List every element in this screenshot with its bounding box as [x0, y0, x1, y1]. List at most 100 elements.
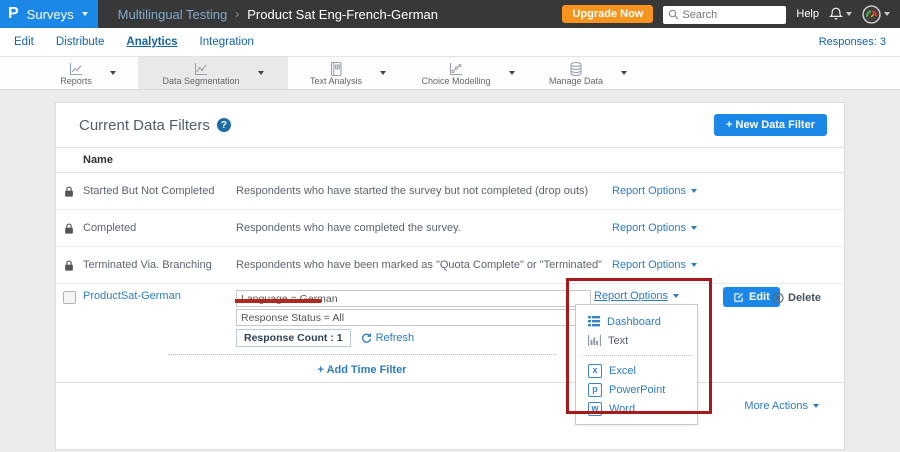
- filter-description: Respondents who have been marked as "Quo…: [236, 259, 612, 271]
- column-header-name: Name: [56, 154, 113, 166]
- upgrade-now-button[interactable]: Upgrade Now: [562, 5, 653, 23]
- chevron-down-icon: [691, 226, 697, 230]
- data-filters-card: Current Data Filters ? + New Data Filter…: [55, 102, 845, 450]
- chevron-down-icon[interactable]: [258, 71, 264, 75]
- dropdown-item-excel[interactable]: x Excel: [576, 361, 697, 380]
- toolbar-item-label: Data Segmentation: [162, 76, 239, 86]
- dropdown-item-label: Word: [609, 403, 635, 415]
- new-data-filter-button[interactable]: + New Data Filter: [714, 114, 827, 136]
- top-navbar: P Surveys Multilingual Testing › Product…: [0, 0, 900, 28]
- response-count-badge: Response Count : 1: [236, 329, 351, 347]
- delete-button[interactable]: Delete: [772, 292, 821, 304]
- dropdown-item-powerpoint[interactable]: p PowerPoint: [576, 380, 697, 399]
- report-options-link[interactable]: Report Options: [612, 222, 697, 234]
- text-analysis-book-icon: [328, 61, 344, 77]
- chevron-down-icon: [691, 263, 697, 267]
- dropdown-item-dashboard[interactable]: Dashboard: [576, 312, 697, 331]
- surveys-menu-label: Surveys: [27, 7, 74, 22]
- dropdown-divider: [582, 355, 691, 356]
- table-row: Completed Respondents who have completed…: [56, 210, 844, 247]
- table-row: Started But Not Completed Respondents wh…: [56, 173, 844, 210]
- menu-item-analytics[interactable]: Analytics: [115, 29, 188, 55]
- page-title: Current Data Filters ?: [79, 117, 231, 134]
- dropdown-item-word[interactable]: w Word: [576, 399, 697, 418]
- toolbar-item-label: Choice Modelling: [421, 76, 490, 86]
- more-actions-link[interactable]: More Actions: [744, 400, 819, 412]
- filter-name-link[interactable]: ProductSat-German: [83, 290, 236, 302]
- search-icon: [668, 9, 679, 20]
- add-time-filter-link[interactable]: + Add Time Filter: [318, 364, 407, 376]
- dropdown-item-label: Text: [608, 335, 628, 347]
- delete-label: Delete: [788, 292, 821, 304]
- lock-icon: [63, 222, 75, 235]
- bar-chart-icon: [588, 335, 601, 346]
- lock-icon: [63, 259, 75, 272]
- dropdown-item-text[interactable]: Text: [576, 331, 697, 350]
- menu-item-edit[interactable]: Edit: [3, 29, 45, 55]
- dashboard-grid-icon: [588, 316, 600, 327]
- page-body: Current Data Filters ? + New Data Filter…: [0, 90, 900, 452]
- menu-item-distribute[interactable]: Distribute: [45, 29, 116, 55]
- search-box: [663, 5, 786, 24]
- filter-name: Terminated Via. Branching: [83, 259, 236, 271]
- chevron-down-icon: [846, 12, 852, 16]
- avatar-gauge-icon: [862, 5, 881, 24]
- lock-icon: [63, 185, 75, 198]
- chevron-down-icon: [691, 189, 697, 193]
- database-icon: [568, 61, 584, 77]
- chevron-down-icon: [82, 12, 88, 16]
- report-options-label: Report Options: [612, 185, 686, 197]
- response-status-input[interactable]: [236, 309, 591, 326]
- word-file-icon: w: [588, 402, 602, 416]
- segmentation-chart-icon: [193, 61, 209, 77]
- tab-choice-modelling[interactable]: Choice Modelling: [408, 57, 528, 89]
- report-options-link-open[interactable]: Report Options: [594, 290, 679, 302]
- chevron-down-icon[interactable]: [110, 71, 116, 75]
- report-options-link[interactable]: Report Options: [612, 259, 697, 271]
- bell-icon: [829, 7, 843, 21]
- table-row: Terminated Via. Branching Respondents wh…: [56, 247, 844, 284]
- filter-description: Respondents who have completed the surve…: [236, 222, 612, 234]
- menu-item-integration[interactable]: Integration: [189, 29, 265, 55]
- search-input[interactable]: [663, 6, 786, 24]
- row-checkbox[interactable]: [63, 291, 76, 304]
- tab-text-analysis[interactable]: Text Analysis: [288, 57, 408, 89]
- breadcrumb-separator-icon: ›: [235, 7, 239, 21]
- questionpro-logo-icon: P: [8, 5, 19, 23]
- choice-modelling-icon: [448, 61, 464, 77]
- dropdown-item-label: Excel: [609, 365, 636, 377]
- refresh-link[interactable]: Refresh: [360, 332, 415, 344]
- breadcrumb: Multilingual Testing › Product Sat Eng-F…: [118, 7, 438, 22]
- chevron-down-icon[interactable]: [621, 71, 627, 75]
- active-filter-row: ProductSat-German Response Count : 1 Ref…: [56, 284, 844, 354]
- breadcrumb-parent[interactable]: Multilingual Testing: [118, 7, 228, 22]
- notifications-button[interactable]: [829, 7, 852, 21]
- tab-reports[interactable]: Reports: [38, 57, 138, 89]
- more-actions-label: More Actions: [744, 400, 808, 412]
- report-options-label: Report Options: [594, 290, 668, 302]
- responses-count: Responses: 3: [819, 36, 900, 48]
- tab-data-segmentation[interactable]: Data Segmentation: [138, 57, 288, 89]
- report-options-label: Report Options: [612, 259, 686, 271]
- filter-criteria-input[interactable]: [236, 290, 591, 307]
- filter-name: Started But Not Completed: [83, 185, 236, 197]
- delete-circle-x-icon: [772, 292, 784, 304]
- help-link[interactable]: Help: [796, 8, 819, 20]
- report-options-link[interactable]: Report Options: [612, 185, 697, 197]
- menu-items: Edit Distribute Analytics Integration: [3, 29, 265, 55]
- chevron-down-icon[interactable]: [380, 71, 386, 75]
- edit-label: Edit: [749, 291, 770, 303]
- tab-manage-data[interactable]: Manage Data: [528, 57, 648, 89]
- line-chart-icon: [68, 61, 84, 77]
- help-circle-icon[interactable]: ?: [217, 118, 231, 132]
- report-options-label: Report Options: [612, 222, 686, 234]
- chevron-down-icon: [884, 12, 890, 16]
- chevron-down-icon[interactable]: [509, 71, 515, 75]
- account-menu[interactable]: [862, 5, 890, 24]
- add-time-filter-row: + Add Time Filter: [168, 354, 556, 382]
- toolbar-item-label: Reports: [60, 76, 92, 86]
- surveys-menu[interactable]: P Surveys: [0, 0, 98, 28]
- toolbar-item-label: Text Analysis: [310, 76, 362, 86]
- filter-name: Completed: [83, 222, 236, 234]
- app-root: P Surveys Multilingual Testing › Product…: [0, 0, 900, 452]
